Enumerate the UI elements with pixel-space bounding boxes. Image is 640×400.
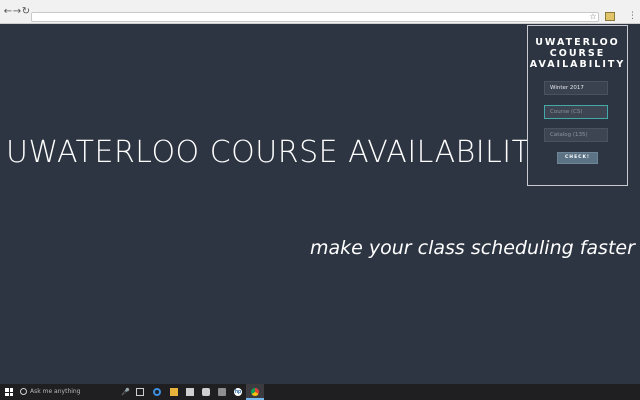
taskbar-search-input[interactable]: Ask me anything xyxy=(30,388,81,396)
course-input[interactable]: Course (CS) xyxy=(544,105,608,119)
browser-toolbar: ← → ↻ ☆ ⋮ xyxy=(0,0,640,24)
cortana-icon[interactable] xyxy=(20,388,27,395)
chrome-browser-icon[interactable] xyxy=(251,388,259,396)
address-bar[interactable] xyxy=(31,12,599,22)
app-icon[interactable] xyxy=(218,388,226,396)
term-select[interactable]: Winter 2017 xyxy=(544,81,608,95)
store-icon[interactable] xyxy=(186,388,194,396)
browser-menu-icon[interactable]: ⋮ xyxy=(628,11,637,22)
extension-popup: UWATERLOO COURSE AVAILABILITY Winter 201… xyxy=(527,25,628,186)
reload-icon[interactable]: ↻ xyxy=(21,6,31,18)
page-tagline: make your class scheduling faster xyxy=(310,237,635,259)
hp-icon[interactable]: hp xyxy=(234,388,242,396)
windows-taskbar: Ask me anything 🎤 hp xyxy=(0,384,640,400)
popup-title: UWATERLOO COURSE AVAILABILITY xyxy=(528,37,627,70)
page-title: UWATERLOO COURSE AVAILABILITY xyxy=(6,135,550,170)
microphone-icon[interactable]: 🎤 xyxy=(121,387,130,397)
bookmark-star-icon[interactable]: ☆ xyxy=(588,12,598,22)
file-explorer-icon[interactable] xyxy=(170,388,178,396)
popup-title-line: AVAILABILITY xyxy=(529,59,626,70)
extension-icon[interactable] xyxy=(605,12,615,21)
popup-title-line: UWATERLOO xyxy=(535,37,620,48)
windows-start-icon[interactable] xyxy=(5,388,13,396)
check-button[interactable]: CHECK! xyxy=(557,152,598,164)
edge-browser-icon[interactable] xyxy=(153,388,161,396)
catalog-input[interactable]: Catalog (135) xyxy=(544,128,608,142)
popup-title-line: COURSE xyxy=(549,48,606,59)
task-view-icon[interactable] xyxy=(136,388,144,396)
app-icon[interactable] xyxy=(202,388,210,396)
